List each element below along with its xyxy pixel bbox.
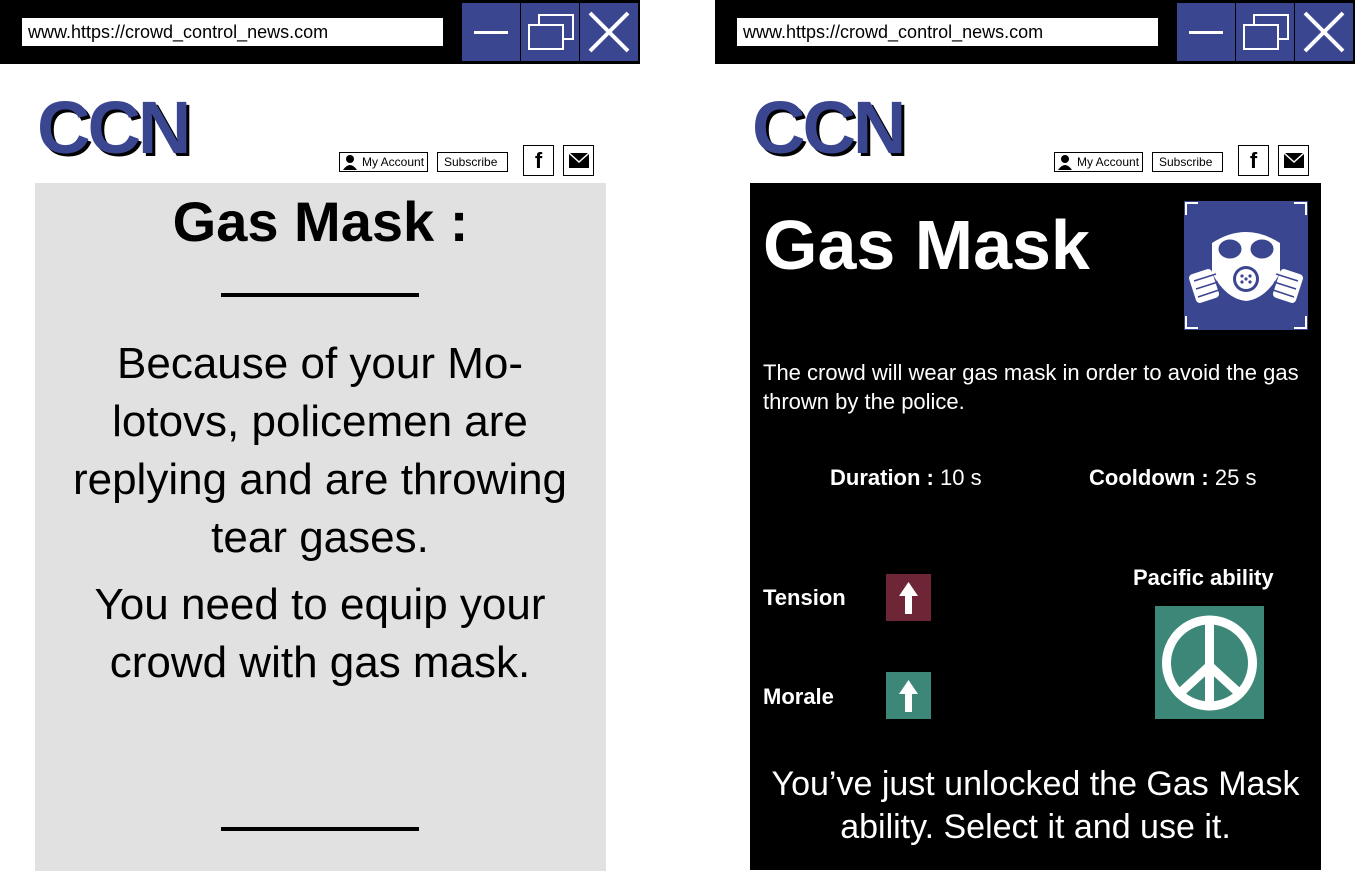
browser-window-left: www.https://crowd_control_news.com CCN M… (0, 0, 640, 894)
pacific-ability-label: Pacific ability (1133, 565, 1274, 590)
my-account-button[interactable]: My Account (1054, 152, 1143, 172)
minimize-button[interactable] (462, 3, 520, 61)
subscribe-button[interactable]: Subscribe (1152, 152, 1223, 172)
duration-label: Duration : (830, 465, 934, 490)
address-bar[interactable]: www.https://crowd_control_news.com (21, 17, 444, 47)
ability-title: Gas Mask (763, 206, 1090, 284)
browser-title-bar: www.https://crowd_control_news.com (0, 0, 640, 64)
close-icon (588, 11, 630, 53)
close-icon (1303, 11, 1345, 53)
address-bar[interactable]: www.https://crowd_control_news.com (736, 17, 1159, 47)
restore-icon (1243, 14, 1289, 50)
mail-icon (1284, 152, 1304, 168)
divider-top (221, 293, 419, 297)
mail-button[interactable] (1278, 145, 1309, 176)
minimize-icon (1189, 31, 1223, 34)
my-account-button[interactable]: My Account (339, 152, 428, 172)
restore-button[interactable] (1236, 3, 1294, 61)
gas-mask-icon (1185, 202, 1307, 329)
cooldown-value: 25 s (1214, 465, 1257, 490)
mail-button[interactable] (563, 145, 594, 176)
browser-window-right: www.https://crowd_control_news.com CCN M… (715, 0, 1355, 894)
divider-bottom (221, 827, 419, 831)
event-card: Gas Mask : Because of your Mo-lotovs, po… (35, 183, 606, 871)
peace-icon (1162, 615, 1257, 711)
minimize-button[interactable] (1177, 3, 1235, 61)
minimize-icon (474, 31, 508, 34)
close-button[interactable] (580, 3, 638, 61)
ability-description: The crowd will wear gas mask in order to… (763, 360, 1299, 414)
facebook-button[interactable]: f (1238, 145, 1269, 176)
duration-value: 10 s (940, 465, 982, 490)
ability-card: Gas Mask The crowd will wear gas mask in… (750, 183, 1321, 870)
morale-label: Morale (763, 684, 834, 709)
restore-icon (528, 14, 574, 50)
pacific-ability-badge (1155, 606, 1264, 719)
tension-indicator (886, 574, 931, 621)
arrow-up-icon (886, 672, 931, 719)
user-icon (1058, 155, 1072, 170)
site-logo[interactable]: CCN (752, 88, 906, 168)
my-account-label: My Account (1077, 155, 1140, 169)
duration-stat: Duration : 10 s (830, 465, 982, 491)
unlock-message: You’ve just unlocked the Gas Mask abilit… (771, 765, 1300, 846)
gas-mask-ability-button[interactable] (1184, 201, 1308, 330)
subscribe-button[interactable]: Subscribe (437, 152, 508, 172)
event-paragraph-1: Because of your Mo-lotovs, policemen are… (72, 339, 568, 562)
facebook-button[interactable]: f (523, 145, 554, 176)
restore-button[interactable] (521, 3, 579, 61)
my-account-label: My Account (362, 155, 425, 169)
close-button[interactable] (1295, 3, 1353, 61)
event-paragraph-2: You need to equip your crowd with gas ma… (94, 580, 546, 687)
site-logo[interactable]: CCN (37, 88, 191, 168)
tension-label: Tension (763, 585, 846, 610)
arrow-up-icon (886, 574, 931, 621)
cooldown-stat: Cooldown : 25 s (1089, 465, 1256, 491)
mail-icon (569, 152, 589, 168)
morale-indicator (886, 672, 931, 719)
cooldown-label: Cooldown : (1089, 465, 1209, 490)
event-title: Gas Mask : (172, 190, 469, 253)
user-icon (343, 155, 357, 170)
browser-title-bar: www.https://crowd_control_news.com (715, 0, 1355, 64)
